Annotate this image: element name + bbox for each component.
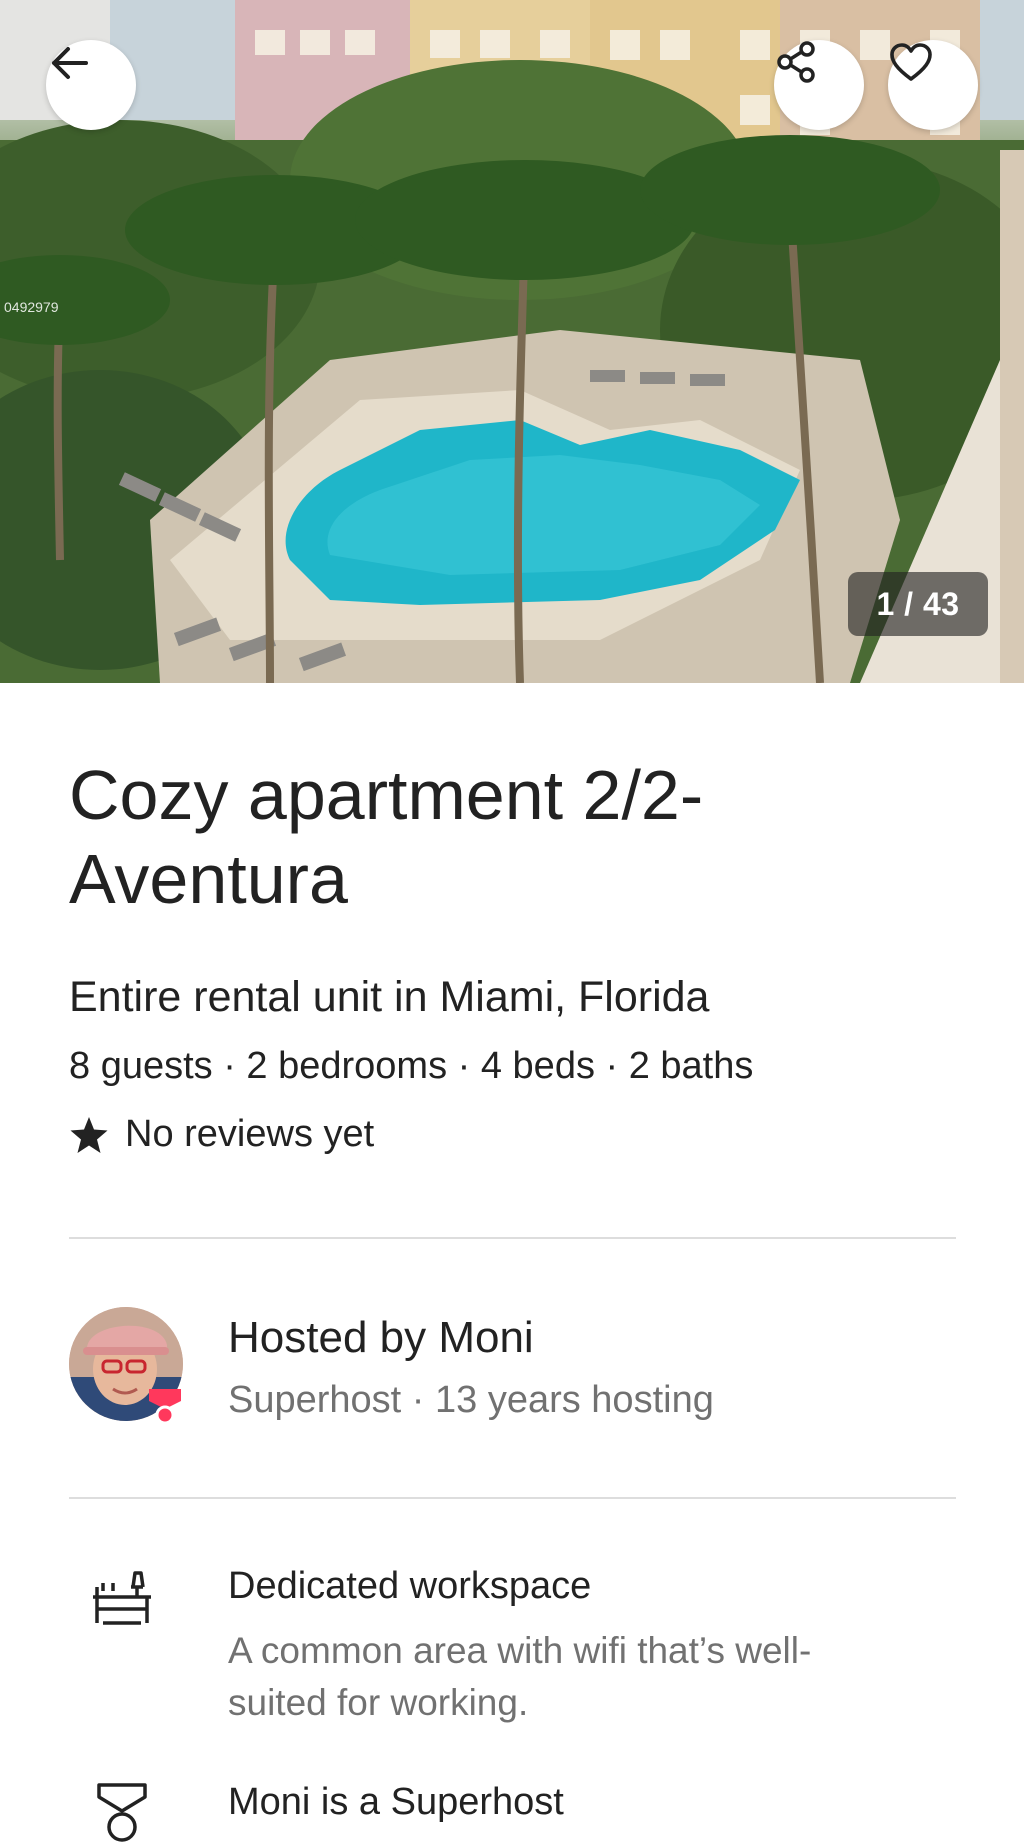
- reviews-text: No reviews yet: [125, 1113, 375, 1155]
- save-to-wishlist-button[interactable]: [888, 40, 978, 130]
- arrow-left-icon: [52, 47, 88, 79]
- feature-title: Moni is a Superhost: [228, 1781, 564, 1823]
- feature-description: A common area with wifi that’s well-suit…: [228, 1630, 812, 1723]
- section-divider: [69, 1237, 956, 1239]
- reviews-summary[interactable]: No reviews yet: [69, 1113, 374, 1156]
- desk-icon: [93, 1571, 151, 1625]
- heart-icon: [890, 43, 932, 81]
- listing-subtitle: Entire rental unit in Miami, Florida: [69, 973, 710, 1021]
- host-section[interactable]: Hosted by Moni Superhost · 13 years host…: [69, 1307, 956, 1427]
- section-divider: [69, 1497, 956, 1499]
- superhost-badge-icon: [149, 1389, 181, 1425]
- back-button[interactable]: [46, 40, 136, 130]
- listing-title: Cozy apartment 2/2-Aventura: [69, 756, 704, 918]
- star-icon: [70, 1116, 108, 1153]
- superhost-medal-icon: [97, 1783, 147, 1842]
- listing-capacity-details: 8 guests · 2 bedrooms · 4 beds · 2 baths: [69, 1045, 754, 1087]
- photo-counter: 1 / 43: [848, 572, 988, 636]
- share-button[interactable]: [774, 40, 864, 130]
- host-name: Hosted by Moni: [228, 1313, 534, 1362]
- host-experience: Superhost · 13 years hosting: [228, 1379, 714, 1421]
- photo-watermark: 0492979: [4, 299, 59, 315]
- share-icon: [777, 41, 815, 83]
- listing-photo-carousel[interactable]: 0492979 1 / 43: [0, 0, 1024, 683]
- feature-title: Dedicated workspace: [228, 1565, 592, 1607]
